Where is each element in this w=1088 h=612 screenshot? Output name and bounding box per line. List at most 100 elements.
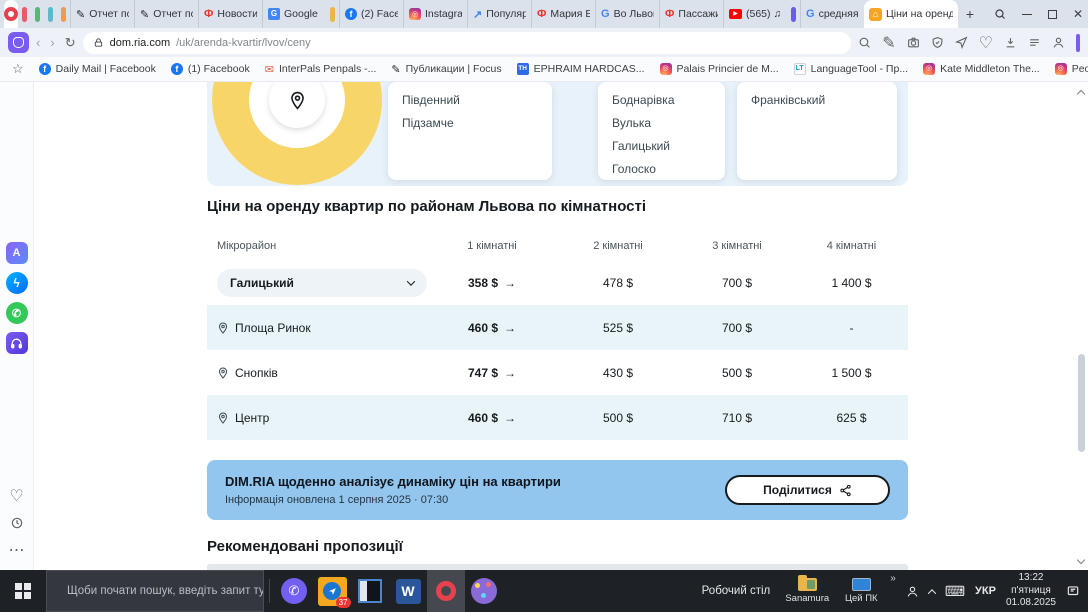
price-link[interactable]: 358 $→ [427, 276, 557, 290]
tab-maria[interactable]: ФМария Бе [531, 0, 595, 28]
bookmarks-star-icon[interactable]: ☆ [12, 61, 24, 77]
share-button[interactable]: Поділитися [725, 475, 890, 505]
tab-news[interactable]: ФНовости з [198, 0, 262, 28]
bookmark-item[interactable]: fDaily Mail | Facebook [39, 63, 156, 75]
bookmark-item[interactable]: ✉InterPals Penpals -... [265, 63, 377, 76]
tab-instagram[interactable]: ◎Instagram [403, 0, 467, 28]
new-tab-button[interactable]: + [958, 6, 982, 22]
action-center-icon[interactable] [1066, 584, 1080, 598]
table-row: Площа Ринок 460 $→ 525 $ 700 $ - [207, 305, 908, 350]
minimize-button[interactable] [1022, 14, 1032, 15]
language-indicator[interactable]: УКР [975, 585, 996, 597]
close-button[interactable]: ✕ [1073, 7, 1083, 21]
restore-button[interactable] [1048, 10, 1057, 19]
desktop-shortcut-sanamura[interactable]: Sanamura [780, 578, 834, 604]
touch-keyboard-icon[interactable]: ⌨ [945, 583, 965, 600]
bookmark-item[interactable]: LTLanguageTool - Пр... [794, 63, 908, 75]
tab-island-orange[interactable] [61, 7, 66, 22]
tab-lviv-search[interactable]: GВо Львове [595, 0, 659, 28]
taskbar-app-viber[interactable]: ✆ [275, 570, 313, 612]
pinned-tab-red[interactable] [22, 7, 27, 22]
desktop-shortcut-this-pc[interactable]: Цей ПК [834, 578, 888, 604]
profile-icon[interactable] [1052, 36, 1065, 49]
messenger-icon[interactable]: ϟ [6, 272, 28, 294]
taskbar-clock[interactable]: 13:22 п'ятниця 01.08.2025 [1006, 572, 1056, 610]
tab-active-dimria[interactable]: ⌂Ціни на оренду к [864, 0, 958, 28]
tab-island-purple[interactable] [791, 7, 796, 22]
send-to-device-icon[interactable] [955, 36, 968, 49]
location-pin-icon [217, 412, 229, 424]
district-cell[interactable]: Центр [207, 411, 427, 425]
district-cell[interactable]: Снопків [207, 366, 427, 380]
url-field[interactable]: dom.ria.com/uk/arenda-kvartir/lvov/ceny [83, 32, 852, 54]
bookmark-item[interactable]: ◎Kate Middleton The... [923, 63, 1040, 75]
people-icon[interactable] [906, 585, 919, 598]
scrollbar-thumb[interactable] [1078, 354, 1085, 452]
bookmark-item[interactable]: THEPHRAIM HARDCAS... [517, 63, 645, 75]
toolbar-overflow-chevron[interactable]: » [890, 573, 896, 584]
start-button[interactable] [0, 570, 46, 612]
tab-search-icon[interactable] [994, 8, 1006, 20]
district-link[interactable]: Галицький [612, 139, 711, 153]
bookmark-item[interactable]: f(1) Facebook [171, 63, 250, 75]
history-clock-icon[interactable] [10, 516, 24, 530]
shield-icon[interactable] [931, 36, 944, 49]
whatsapp-icon[interactable]: ✆ [6, 302, 28, 324]
page-content: Південний Підзамче Боднарівка Вулька Гал… [34, 82, 1088, 570]
tab-facebook[interactable]: f(2) Facebo [339, 0, 403, 28]
pinned-tab-green[interactable] [35, 7, 40, 22]
tab-report-1[interactable]: ✎Отчет по [70, 0, 134, 28]
favorites-heart-icon[interactable]: ♡ [9, 486, 23, 506]
find-in-page-icon[interactable] [858, 36, 871, 49]
instagram-icon: ◎ [660, 63, 672, 75]
district-dropdown[interactable]: Галицький [217, 269, 427, 297]
tab-passenger[interactable]: ФПассажир [659, 0, 723, 28]
opera-menu-button[interactable] [4, 0, 18, 28]
tab-avg-price[interactable]: Gсредняя ц [800, 0, 864, 28]
edit-share-icon[interactable]: ✎ [882, 33, 895, 53]
taskbar-app-photos[interactable] [351, 570, 389, 612]
tab-island-yellow[interactable] [330, 7, 335, 22]
column-header: 1 кімнатні [427, 240, 557, 252]
price-link[interactable]: 460 $→ [427, 321, 557, 335]
district-link[interactable]: Вулька [612, 116, 711, 130]
taskbar-search-input[interactable]: Щоби почати пошук, введіть запит тут [46, 570, 264, 612]
back-button[interactable]: ‹ [36, 35, 40, 50]
taskbar-app-mail[interactable]: 37 [313, 570, 351, 612]
price-link[interactable]: 460 $→ [427, 411, 557, 425]
tab-google-translate[interactable]: GGoogle Пе [262, 0, 326, 28]
lock-icon [93, 37, 104, 48]
taskbar-app-paint3d[interactable] [465, 570, 503, 612]
tab-report-2[interactable]: ✎Отчет по [134, 0, 198, 28]
district-link[interactable]: Голоско [612, 162, 711, 176]
reading-list-icon[interactable] [1028, 36, 1041, 49]
sidebar-more-icon[interactable]: ⋯ [9, 540, 25, 560]
district-link[interactable]: Південний [402, 93, 538, 107]
tab-youtube[interactable]: ▶(565) ♫ [723, 0, 787, 28]
desktop-toolbar-label[interactable]: Робочий стіл [692, 585, 781, 597]
tray-chevron-up-icon[interactable] [929, 582, 935, 600]
district-link[interactable]: Боднарівка [612, 93, 711, 107]
aria-ai-icon[interactable]: A [6, 242, 28, 264]
scroll-down-arrow[interactable] [1078, 550, 1084, 568]
price-link[interactable]: 747 $→ [427, 366, 557, 380]
reload-button[interactable]: ↻ [65, 35, 76, 51]
district-link[interactable]: Підзамче [402, 116, 538, 130]
tab-popular[interactable]: ↗Популярн [467, 0, 531, 28]
player-headphones-icon[interactable] [6, 332, 28, 354]
taskbar-app-opera-active[interactable] [427, 570, 465, 612]
bookmark-item[interactable]: ◎PeopleStyle (@peop... [1055, 63, 1088, 75]
taskbar-app-word[interactable]: W [389, 570, 427, 612]
pinned-tab-teal[interactable] [48, 7, 53, 22]
bookmark-item[interactable]: ✎Публикации | Focus [391, 63, 501, 76]
more-districts-button[interactable]: Ще 31 район [612, 185, 711, 186]
scroll-up-arrow[interactable] [1078, 84, 1084, 102]
forward-button[interactable]: › [50, 35, 54, 50]
bookmark-heart-icon[interactable]: ♡ [979, 33, 993, 53]
snapshot-camera-icon[interactable] [907, 36, 920, 49]
start-page-button[interactable] [8, 32, 29, 53]
bookmark-item[interactable]: ◎Palais Princier de M... [660, 63, 779, 75]
district-link[interactable]: Франківський [751, 93, 883, 107]
download-icon[interactable] [1004, 36, 1017, 49]
district-cell[interactable]: Площа Ринок [207, 321, 427, 335]
